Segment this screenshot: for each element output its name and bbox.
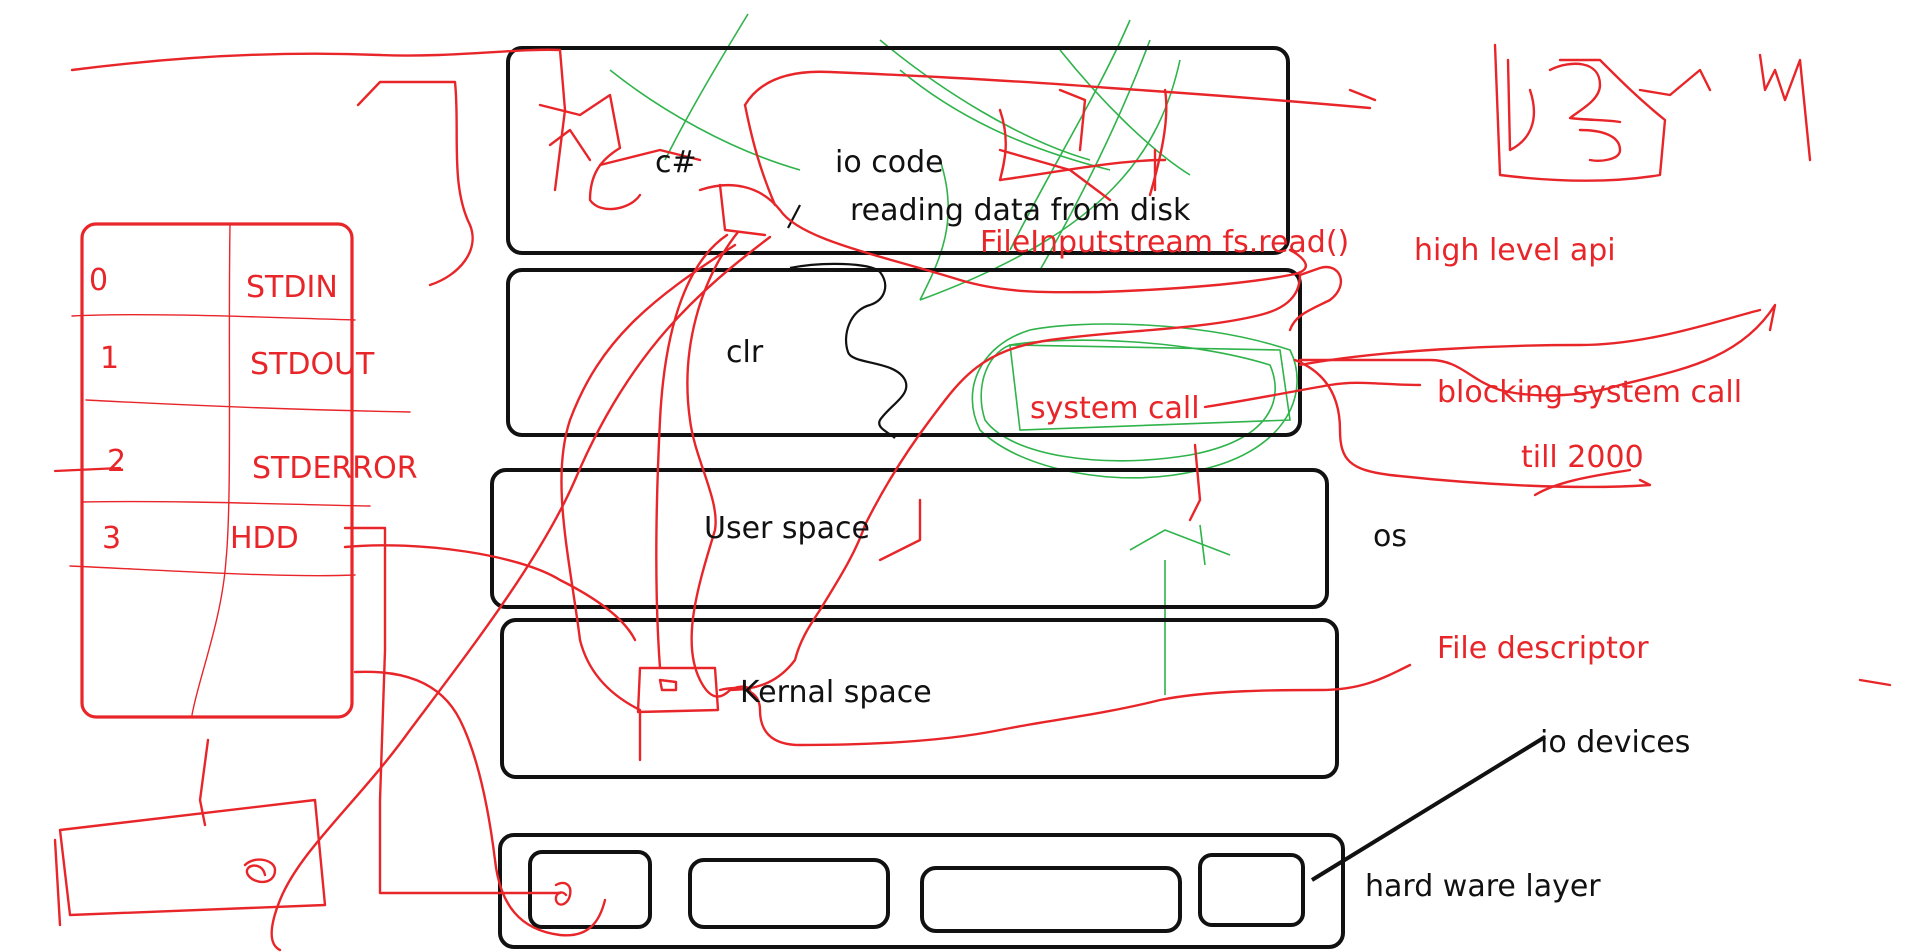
app-lang-label: c# bbox=[655, 145, 697, 180]
file-descriptor-label: File descriptor bbox=[1437, 631, 1649, 666]
red-stroke bbox=[270, 235, 772, 952]
app-title-label: io code bbox=[835, 145, 944, 180]
io-devices-label: io devices bbox=[1540, 725, 1691, 760]
red-stroke bbox=[1188, 443, 1202, 522]
fd-name-stdin: STDIN bbox=[246, 270, 338, 305]
red-stroke bbox=[743, 70, 1372, 110]
red-stroke bbox=[1506, 58, 1536, 152]
red-stroke bbox=[353, 670, 607, 937]
red-stroke bbox=[538, 93, 642, 211]
red-stroke bbox=[1148, 88, 1168, 197]
red-stroke bbox=[548, 128, 592, 162]
io-device-box bbox=[1198, 853, 1305, 927]
red-stroke bbox=[878, 498, 922, 562]
clr-divider-stroke bbox=[789, 262, 908, 439]
io-device-box bbox=[688, 858, 890, 929]
red-stroke bbox=[243, 858, 277, 884]
fd-index-2: 2 bbox=[107, 444, 127, 479]
os-label: os bbox=[1373, 519, 1407, 554]
red-stroke bbox=[560, 243, 737, 762]
red-stroke bbox=[1348, 88, 1377, 102]
app-note-label: reading data from disk bbox=[850, 193, 1191, 228]
green-stroke bbox=[919, 159, 950, 301]
red-stroke bbox=[658, 678, 678, 692]
red-stroke bbox=[998, 108, 1007, 182]
kernel-space-label: Kernal space bbox=[740, 675, 932, 710]
green-stroke bbox=[1129, 529, 1231, 695]
green-stroke bbox=[919, 59, 1181, 301]
red-stroke bbox=[743, 103, 777, 207]
io-device-box bbox=[920, 866, 1182, 933]
layer-boxes bbox=[490, 46, 1345, 949]
red-stroke bbox=[728, 273, 1302, 692]
red-stroke bbox=[70, 48, 567, 192]
clr-label: clr bbox=[726, 335, 764, 370]
red-sketch-strokes bbox=[53, 43, 1892, 952]
fd-name-hdd: HDD bbox=[230, 521, 299, 556]
red-stroke bbox=[1203, 381, 1422, 409]
red-stroke bbox=[1638, 68, 1712, 97]
red-stroke bbox=[58, 798, 327, 917]
blocking-system-call-label: blocking system call bbox=[1437, 375, 1743, 410]
red-stroke bbox=[53, 838, 62, 927]
red-stroke bbox=[343, 526, 562, 895]
green-stroke bbox=[879, 39, 1091, 161]
fd-index-0: 0 bbox=[89, 263, 109, 298]
green-sketch-strokes bbox=[609, 13, 1298, 695]
fd-index-1: 1 bbox=[100, 341, 120, 376]
red-stroke bbox=[1858, 678, 1892, 687]
fd-name-stdout: STDOUT bbox=[250, 347, 375, 382]
hardware-layer-label: hard ware layer bbox=[1365, 869, 1601, 904]
api-call-label: FileInputstream fs.read() bbox=[980, 225, 1350, 260]
red-stroke bbox=[655, 233, 729, 670]
red-stroke bbox=[1298, 308, 1762, 367]
red-stroke bbox=[1058, 88, 1087, 152]
fd-table-divider bbox=[191, 224, 231, 716]
red-stroke bbox=[1578, 128, 1622, 162]
red-stroke bbox=[1758, 53, 1812, 162]
red-stroke bbox=[554, 881, 572, 906]
red-stroke bbox=[686, 230, 740, 698]
high-level-api-label: high level api bbox=[1414, 233, 1616, 268]
fd-table-divider bbox=[85, 399, 411, 413]
fd-index-3: 3 bbox=[102, 521, 122, 556]
red-stroke bbox=[1493, 43, 1667, 182]
fd-table-divider bbox=[81, 500, 371, 507]
io-device-box bbox=[528, 850, 652, 929]
system-call-label: system call bbox=[1030, 391, 1200, 426]
fd-name-stderror: STDERROR bbox=[252, 451, 418, 486]
red-stroke bbox=[356, 80, 474, 287]
till-2000-label: till 2000 bbox=[1521, 440, 1644, 475]
fd-table-divider bbox=[69, 565, 356, 577]
user-space-label: User space bbox=[704, 511, 870, 546]
io-devices-pointer-line bbox=[1310, 735, 1547, 882]
red-stroke bbox=[1548, 62, 1622, 124]
fd-table-divider bbox=[71, 313, 356, 321]
green-stroke bbox=[664, 13, 749, 161]
